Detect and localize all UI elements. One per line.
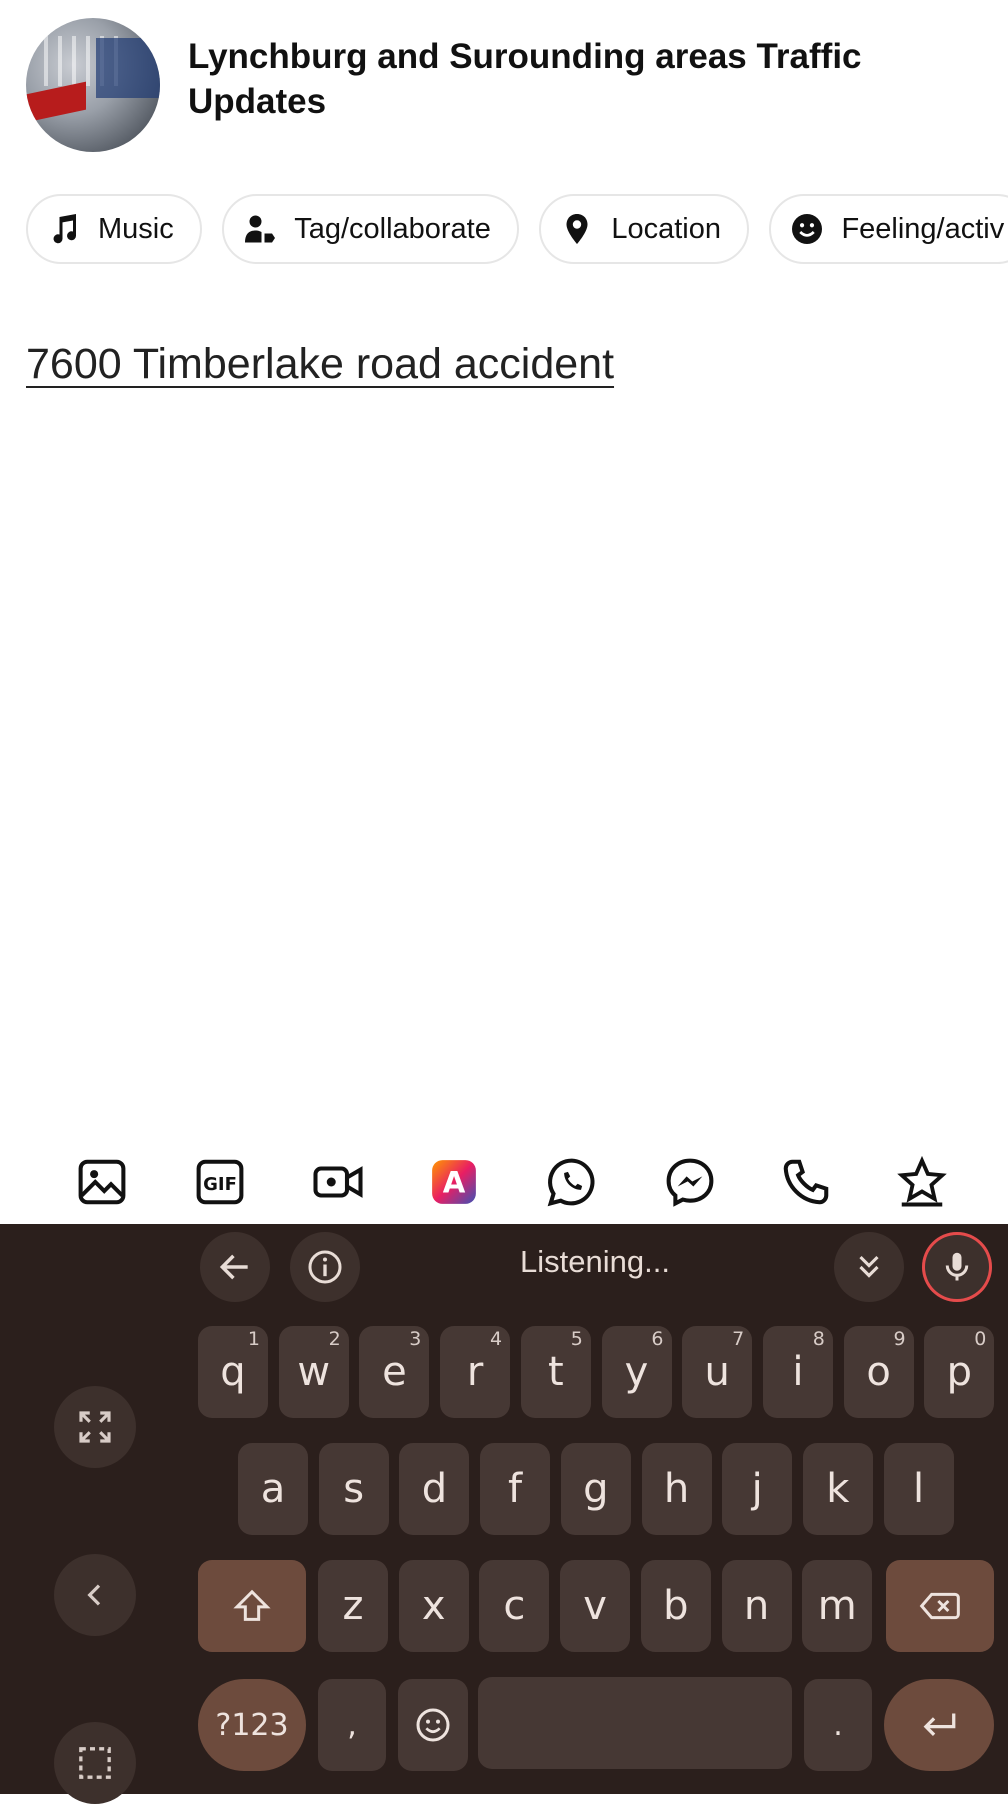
key-s[interactable]: s xyxy=(318,1443,389,1535)
key-h[interactable]: h xyxy=(641,1443,712,1535)
video-icon[interactable] xyxy=(306,1150,370,1214)
key-p[interactable]: p0 xyxy=(924,1326,995,1418)
key-n[interactable]: n xyxy=(721,1560,792,1652)
emoji-key[interactable] xyxy=(398,1679,468,1771)
key-a[interactable]: a xyxy=(238,1443,308,1535)
key-w[interactable]: w2 xyxy=(278,1326,349,1418)
soft-keyboard: Listening... q1w2e3r4t5y6u7i8o9p0 asdfgh… xyxy=(0,1224,1008,1804)
key-j[interactable]: j xyxy=(722,1443,793,1535)
key-hint: 4 xyxy=(490,1328,503,1350)
period-key[interactable]: . xyxy=(804,1679,872,1771)
emoji-icon xyxy=(413,1705,453,1745)
music-chip[interactable]: Music xyxy=(26,194,202,264)
key-l[interactable]: l xyxy=(883,1443,954,1535)
gif-icon[interactable]: GIF xyxy=(188,1150,252,1214)
shift-key[interactable] xyxy=(198,1560,306,1652)
key-z[interactable]: z xyxy=(318,1560,388,1652)
expand-arrows-icon[interactable] xyxy=(54,1386,136,1468)
music-note-icon xyxy=(46,211,82,247)
photo-icon[interactable] xyxy=(70,1150,134,1214)
key-q[interactable]: q1 xyxy=(198,1326,268,1418)
enter-arrow-icon xyxy=(917,1707,961,1743)
key-hint: 5 xyxy=(570,1328,583,1350)
left-chevron-icon[interactable] xyxy=(54,1554,136,1636)
enter-key[interactable] xyxy=(884,1679,994,1771)
phone-icon[interactable] xyxy=(774,1150,838,1214)
tag-collaborate-chip-label: Tag/collaborate xyxy=(294,212,491,245)
comma-key[interactable]: , xyxy=(318,1679,386,1771)
key-y[interactable]: y6 xyxy=(601,1326,672,1418)
collapse-chevron-icon[interactable] xyxy=(834,1232,904,1302)
key-v[interactable]: v xyxy=(560,1560,631,1652)
key-hint: 6 xyxy=(651,1328,664,1350)
svg-text:GIF: GIF xyxy=(203,1174,237,1195)
symbols-key[interactable]: ?123 xyxy=(198,1679,306,1771)
key-hint: 1 xyxy=(247,1328,260,1350)
key-t[interactable]: t5 xyxy=(520,1326,591,1418)
feeling-activity-chip[interactable]: Feeling/activ xyxy=(769,194,1008,264)
person-tag-icon xyxy=(242,211,278,247)
text-style-icon[interactable]: A xyxy=(422,1150,486,1214)
page-avatar[interactable] xyxy=(26,18,160,152)
key-hint: 0 xyxy=(974,1328,987,1350)
key-hint: 9 xyxy=(893,1328,906,1350)
key-hint: 7 xyxy=(732,1328,745,1350)
voice-status: Listening... xyxy=(520,1244,670,1279)
key-f[interactable]: f xyxy=(480,1443,551,1535)
key-hint: 2 xyxy=(328,1328,341,1350)
post-text-input[interactable]: 7600 Timberlake road accident xyxy=(26,340,614,389)
music-chip-label: Music xyxy=(98,212,174,245)
key-g[interactable]: g xyxy=(560,1443,631,1535)
location-chip[interactable]: Location xyxy=(539,194,749,264)
key-u[interactable]: u7 xyxy=(682,1326,753,1418)
messenger-icon[interactable] xyxy=(658,1150,722,1214)
info-icon[interactable] xyxy=(290,1232,360,1302)
backspace-key[interactable] xyxy=(886,1560,994,1652)
key-i[interactable]: i8 xyxy=(762,1326,833,1418)
key-r[interactable]: r4 xyxy=(440,1326,511,1418)
key-o[interactable]: o9 xyxy=(843,1326,914,1418)
space-bar[interactable] xyxy=(478,1677,792,1769)
key-hint: 3 xyxy=(409,1328,422,1350)
feeling-activity-chip-label: Feeling/activ xyxy=(841,212,1005,245)
location-chip-label: Location xyxy=(611,212,721,245)
key-c[interactable]: c xyxy=(479,1560,550,1652)
key-e[interactable]: e3 xyxy=(359,1326,430,1418)
whatsapp-icon[interactable] xyxy=(540,1150,604,1214)
post-header: Lynchburg and Surounding areas Traffic U… xyxy=(0,0,1008,170)
key-k[interactable]: k xyxy=(802,1443,873,1535)
selection-box-icon[interactable] xyxy=(54,1722,136,1804)
key-b[interactable]: b xyxy=(640,1560,711,1652)
key-d[interactable]: d xyxy=(399,1443,470,1535)
svg-text:A: A xyxy=(443,1165,466,1199)
star-badge-icon[interactable] xyxy=(890,1150,954,1214)
key-x[interactable]: x xyxy=(398,1560,469,1652)
microphone-icon[interactable] xyxy=(922,1232,992,1302)
key-m[interactable]: m xyxy=(802,1560,873,1652)
key-hint: 8 xyxy=(812,1328,825,1350)
back-arrow-icon[interactable] xyxy=(200,1232,270,1302)
location-pin-icon xyxy=(559,211,595,247)
attachment-toolbar: GIF A xyxy=(0,1140,1008,1224)
tag-collaborate-chip[interactable]: Tag/collaborate xyxy=(222,194,519,264)
smiley-icon xyxy=(789,211,825,247)
keyboard-top-bar: Listening... xyxy=(0,1224,1008,1310)
page-name: Lynchburg and Surounding areas Traffic U… xyxy=(188,37,862,121)
post-options-chips: Music Tag/collaborate Location Feeling/a… xyxy=(26,194,1008,268)
